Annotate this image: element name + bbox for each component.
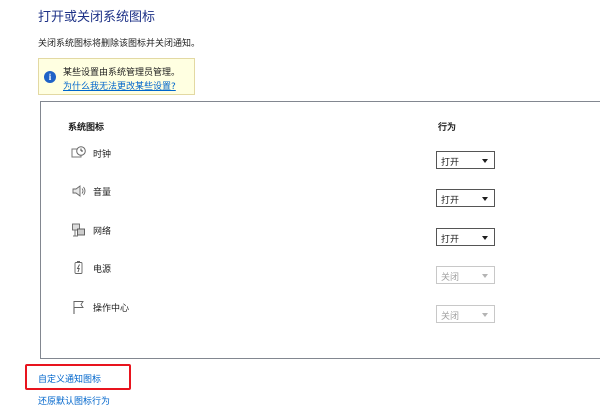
chevron-down-icon [482,236,488,240]
row-label: 网络 [93,227,112,237]
row-label: 操作中心 [93,304,130,314]
dropdown-value: 打开 [441,158,460,168]
row-network: 网络 打开 [41,219,600,246]
row-volume: 音量 打开 [41,180,600,207]
action-center-behavior-dropdown: 关闭 [436,305,495,323]
row-clock: 时钟 打开 [41,142,600,169]
power-behavior-dropdown: 关闭 [436,266,495,284]
customize-notification-icons-link[interactable]: 自定义通知图标 [38,372,101,385]
dropdown-value: 打开 [441,196,460,206]
info-bar: i 某些设置由系统管理员管理。 为什么我无法更改某些设置? [38,58,195,95]
col-header-behavior: 行为 [438,123,457,133]
row-action-center: 操作中心 关闭 [41,296,600,323]
row-label: 时钟 [93,150,112,160]
flag-icon [73,301,84,314]
chevron-down-icon [482,313,488,317]
dropdown-value: 关闭 [441,312,460,322]
why-cant-change-link[interactable]: 为什么我无法更改某些设置? [63,79,176,92]
chevron-down-icon [482,197,488,201]
volume-behavior-dropdown[interactable]: 打开 [436,189,495,207]
clock-behavior-dropdown[interactable]: 打开 [436,151,495,169]
network-behavior-dropdown[interactable]: 打开 [436,228,495,246]
dropdown-value: 关闭 [441,273,460,283]
chevron-down-icon [482,274,488,278]
power-icon [74,261,83,274]
chevron-down-icon [482,159,488,163]
page-title: 打开或关闭系统图标 [38,10,156,25]
info-icon: i [44,71,56,83]
row-power: 电源 关闭 [41,257,600,284]
row-label: 电源 [93,265,112,275]
clock-icon [71,146,86,158]
system-icons-panel: 系统图标 行为 时钟 打开 音量 打开 网络 打开 电源 关闭 操作中心 关闭 [40,101,600,359]
row-label: 音量 [93,188,112,198]
network-icon [72,223,85,237]
volume-icon [72,185,86,197]
page-description: 关闭系统图标将删除该图标并关闭通知。 [38,39,201,49]
info-text: 某些设置由系统管理员管理。 [63,68,181,78]
restore-default-icon-behavior-link[interactable]: 还原默认图标行为 [38,394,110,407]
dropdown-value: 打开 [441,235,460,245]
col-header-system-icons: 系统图标 [68,123,105,133]
